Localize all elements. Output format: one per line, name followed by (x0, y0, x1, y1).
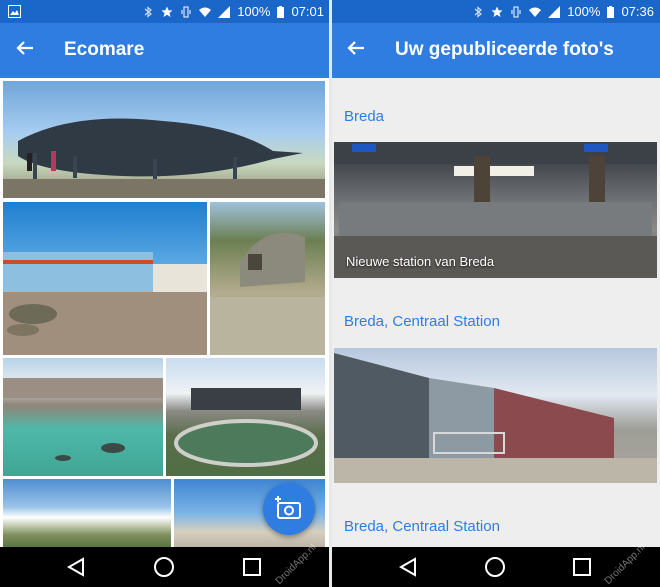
battery-icon (277, 5, 285, 18)
signal-icon (218, 5, 231, 18)
breda-station-photo[interactable]: Nieuwe station van Breda (334, 142, 657, 278)
image-notification-icon (8, 5, 21, 18)
bluetooth-icon (144, 5, 153, 18)
seal-basin-building-photo[interactable] (166, 358, 325, 476)
signal-icon (548, 5, 561, 18)
building-graphic (3, 252, 207, 355)
vibrate-icon (511, 6, 521, 17)
breda-centraal-photo[interactable] (334, 348, 657, 483)
add-photo-icon (275, 496, 301, 519)
nav-home-icon[interactable] (153, 556, 175, 578)
bluetooth-icon (474, 5, 483, 18)
right-phone-screen: 100% 07:36 Uw gepubliceerde foto's Breda… (331, 0, 660, 587)
wifi-icon (529, 7, 542, 17)
section-title-breda-centraal: Breda, Centraal Station (344, 313, 500, 330)
nav-back-icon[interactable] (398, 557, 418, 577)
vibrate-icon (181, 6, 191, 17)
status-bar: 100% 07:36 (331, 0, 660, 23)
battery-percent: 100% (567, 4, 601, 19)
nav-recents-icon[interactable] (242, 557, 262, 577)
construction-building-graphic (334, 353, 657, 483)
photo-caption: Nieuwe station van Breda (346, 254, 495, 269)
back-arrow-icon[interactable] (14, 37, 36, 59)
dune-landscape-photo[interactable] (3, 479, 171, 549)
seal-pool-photo[interactable] (3, 358, 163, 476)
status-bar: 100% 07:01 (0, 0, 330, 23)
page-title: Uw gepubliceerde foto's (395, 39, 614, 60)
clock: 07:36 (621, 4, 654, 19)
hut-graphic (210, 232, 325, 355)
wifi-icon (199, 7, 212, 17)
whale-sculpture-graphic (3, 118, 325, 198)
page-title: Ecomare (64, 39, 145, 60)
navigation-bar: DroidApp.nl (0, 542, 330, 587)
star-icon (161, 6, 173, 17)
ecomare-building-photo[interactable] (3, 202, 207, 355)
nav-recents-icon[interactable] (572, 557, 592, 577)
clock: 07:01 (291, 4, 324, 19)
screen-divider (329, 0, 332, 587)
nav-home-icon[interactable] (484, 556, 506, 578)
navigation-bar: DroidApp.nl (331, 542, 660, 587)
watermark: DroidApp.nl (602, 542, 648, 587)
section-title-breda-centraal-2: Breda, Centraal Station (344, 518, 500, 535)
watermark: DroidApp.nl (273, 542, 319, 587)
app-bar: Ecomare (0, 23, 330, 78)
app-bar: Uw gepubliceerde foto's (331, 23, 660, 78)
add-photo-button[interactable] (263, 483, 315, 535)
pool-graphic (3, 378, 163, 461)
whale-skeleton-photo[interactable] (3, 81, 325, 198)
back-arrow-icon[interactable] (345, 37, 367, 59)
section-title-breda: Breda (344, 108, 385, 125)
wooden-hut-dunes-photo[interactable] (210, 202, 325, 355)
battery-percent: 100% (237, 4, 271, 19)
battery-icon (607, 5, 615, 18)
basin-graphic (174, 388, 318, 467)
left-phone-screen: 100% 07:01 Ecomare DroidApp.nl (0, 0, 330, 587)
star-icon (491, 6, 503, 17)
nav-back-icon[interactable] (66, 557, 86, 577)
